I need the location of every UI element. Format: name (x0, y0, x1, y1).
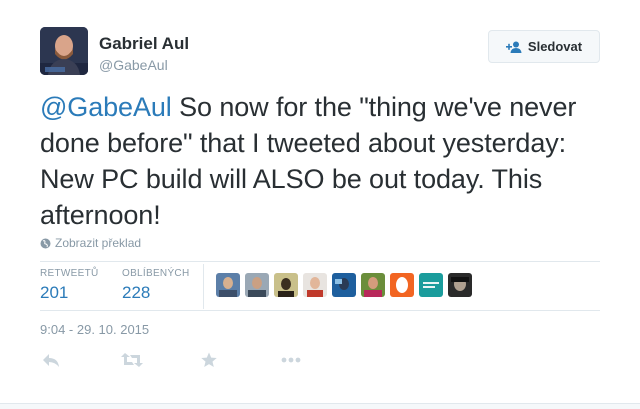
card-bottom-bar (0, 403, 640, 409)
stats-separator (203, 264, 204, 309)
favoriter-avatar-1[interactable] (216, 273, 240, 297)
favoriter-avatar-2[interactable] (245, 273, 269, 297)
tweet-card: Gabriel Aul @GabeAul Sledovat @GabeAul S… (0, 0, 640, 409)
favoriter-avatar-9[interactable] (448, 273, 472, 297)
retweets-label: RETWEETŮ (40, 268, 99, 279)
author-avatar[interactable] (40, 27, 88, 75)
author-name[interactable]: Gabriel Aul (99, 34, 189, 54)
avatar-photo (40, 27, 88, 75)
add-user-icon (505, 41, 522, 53)
retweets-count: 201 (40, 283, 69, 302)
divider-bottom (40, 310, 600, 311)
translate-label: Zobrazit překlad (55, 236, 142, 250)
favorites-count: 228 (122, 283, 151, 302)
author-handle[interactable]: @GabeAul (99, 57, 168, 73)
follow-button[interactable]: Sledovat (488, 30, 600, 63)
retweet-icon[interactable] (121, 352, 143, 373)
tweet-stats: RETWEETŮ 201 OBLÍBENÝCH 228 (40, 264, 600, 309)
retweets-stat[interactable]: RETWEETŮ 201 (40, 268, 99, 303)
more-options-icon[interactable] (281, 352, 301, 373)
tweet-timestamp[interactable]: 9:04 - 29. 10. 2015 (40, 322, 149, 337)
favoriter-avatar-7[interactable] (390, 273, 414, 297)
follow-button-label: Sledovat (527, 39, 583, 54)
globe-icon (40, 238, 51, 248)
favoriter-avatar-8[interactable] (419, 273, 443, 297)
tweet-text: @GabeAul So now for the "thing we've nev… (40, 89, 610, 233)
favoriter-avatar-6[interactable] (361, 273, 385, 297)
favoriters-list (216, 273, 472, 297)
tweet-mention-link[interactable]: @GabeAul (40, 92, 172, 122)
favorites-stat[interactable]: OBLÍBENÝCH 228 (122, 268, 189, 303)
reply-icon[interactable] (42, 352, 60, 373)
favoriter-avatar-4[interactable] (303, 273, 327, 297)
divider-top (40, 261, 600, 262)
favoriter-avatar-3[interactable] (274, 273, 298, 297)
favoriter-avatar-5[interactable] (332, 273, 356, 297)
favorite-star-icon[interactable] (201, 352, 217, 373)
favorites-label: OBLÍBENÝCH (122, 268, 190, 279)
translate-link[interactable]: Zobrazit překlad (40, 236, 141, 250)
